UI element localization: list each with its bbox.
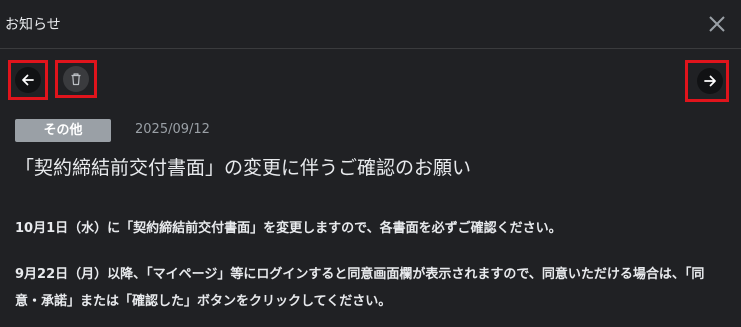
notice-paragraph: 10月1日（水）に「契約締結前交付書面」を変更しますので、各書面を必ずご確認くだ… [15,221,562,236]
notice-title: 「契約締結前交付書面」の変更に伴うご確認のお願い [15,157,472,179]
notice-paragraph: 9月22日（月）以降、「マイページ」等にログインすると同意画面欄が表示されますの… [15,267,705,309]
delete-button[interactable] [55,60,97,98]
dialog-header: お知らせ [0,0,741,49]
close-icon[interactable] [706,13,728,35]
category-badge: その他 [15,119,111,142]
next-button[interactable] [685,60,729,102]
arrow-left-icon [15,67,41,93]
back-button[interactable] [8,60,48,100]
dialog-title: お知らせ [5,17,61,33]
trash-icon [63,66,89,92]
arrow-right-icon [697,68,723,94]
notice-date: 2025/09/12 [135,122,210,137]
